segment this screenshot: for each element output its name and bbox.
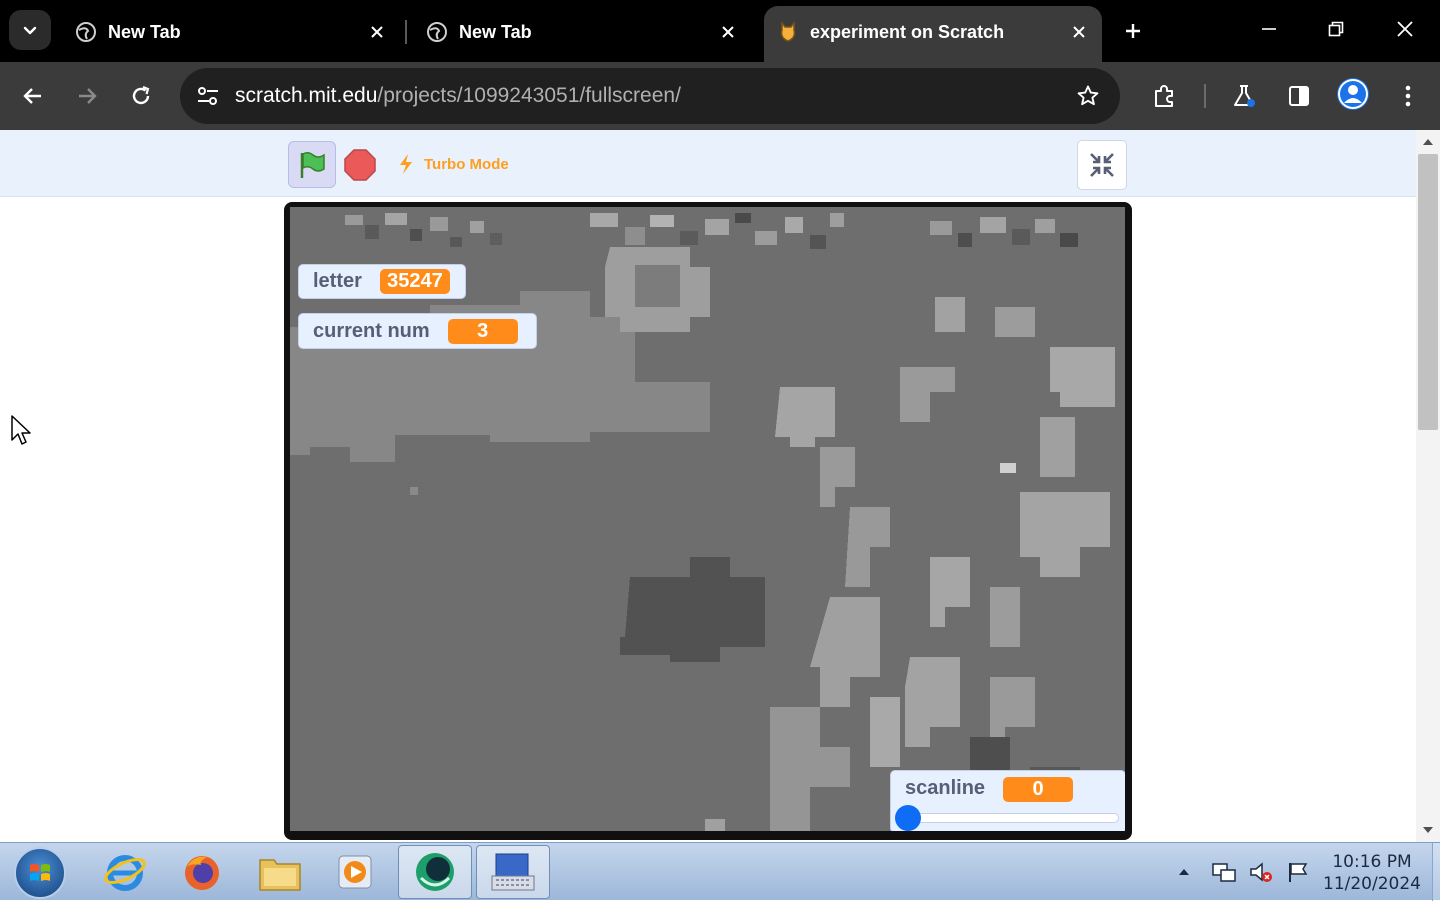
tab-new-tab-1[interactable]: New Tab [62, 6, 400, 62]
scratch-stage-header: Turbo Mode [0, 130, 1416, 197]
tab-search-button[interactable] [9, 10, 51, 50]
chevron-down-icon [23, 26, 37, 35]
clock-time: 10:16 PM [1332, 852, 1412, 872]
tab-separator [405, 20, 407, 44]
turbo-mode-indicator: Turbo Mode [398, 154, 509, 174]
app-icon[interactable] [398, 845, 472, 899]
labs-button[interactable] [1226, 78, 1262, 114]
side-panel-button[interactable] [1281, 78, 1317, 114]
arrow-right-icon [79, 88, 97, 104]
plus-icon [1126, 24, 1140, 38]
scrollbar-thumb[interactable] [1418, 154, 1438, 430]
close-tab-icon[interactable] [366, 21, 388, 43]
volume-muted-icon[interactable] [1247, 859, 1275, 885]
address-bar[interactable]: scratch.mit.edu/projects/1099243051/full… [180, 68, 1120, 124]
monitor-label: current num [313, 319, 430, 342]
exit-fullscreen-icon [1090, 153, 1114, 177]
globe-icon [74, 20, 98, 44]
close-tab-icon[interactable] [1068, 21, 1090, 43]
menu-button[interactable] [1390, 78, 1426, 114]
url-text: scratch.mit.edu/projects/1099243051/full… [235, 84, 681, 108]
profile-avatar[interactable] [1337, 78, 1369, 110]
tab-title: experiment on Scratch [810, 22, 1005, 42]
action-center-flag-icon[interactable] [1284, 859, 1312, 885]
tab-title: New Tab [459, 22, 532, 42]
close-window-button[interactable] [1390, 14, 1420, 44]
new-tab-button[interactable] [1118, 16, 1148, 46]
toolbar-separator [1204, 84, 1206, 108]
page-scrollbar[interactable] [1416, 130, 1440, 842]
firefox-icon[interactable] [165, 845, 239, 899]
reload-icon [132, 85, 150, 105]
chevron-up-icon [1179, 869, 1189, 875]
back-button[interactable] [15, 78, 51, 114]
variable-monitor-scanline: scanline 0 [890, 770, 1125, 831]
on-screen-keyboard-icon[interactable] [476, 845, 550, 899]
person-icon [1338, 79, 1368, 109]
monitor-label: letter [313, 270, 362, 292]
tab-new-tab-2[interactable]: New Tab [413, 6, 751, 62]
turbo-mode-label: Turbo Mode [424, 155, 509, 173]
kebab-menu-icon [1405, 85, 1411, 107]
browser-toolbar: scratch.mit.edu/projects/1099243051/full… [0, 62, 1440, 130]
monitor-value: 35247 [379, 269, 450, 294]
windows-taskbar: 10:16 PM 11/20/2024 [0, 842, 1440, 901]
url-host: scratch.mit.edu [235, 84, 378, 107]
stop-octagon-icon [344, 149, 376, 181]
scroll-down-icon[interactable] [1422, 824, 1434, 836]
internet-explorer-icon[interactable] [88, 845, 162, 899]
variable-monitor-letter: letter 35247 [298, 264, 466, 299]
scratch-cat-icon [776, 20, 800, 44]
show-desktop-button[interactable] [1432, 843, 1440, 901]
arrow-left-icon [23, 88, 41, 104]
close-tab-icon[interactable] [717, 21, 739, 43]
file-explorer-icon[interactable] [243, 845, 317, 899]
minimize-icon [1262, 28, 1276, 30]
start-orb[interactable] [14, 847, 66, 899]
monitor-value: 3 [447, 318, 518, 344]
restore-icon [1328, 21, 1344, 37]
monitor-label: scanline [905, 777, 986, 799]
show-hidden-icons-button[interactable] [1170, 859, 1198, 885]
media-player-icon[interactable] [318, 845, 392, 899]
scroll-up-icon[interactable] [1422, 136, 1434, 148]
tab-title: New Tab [108, 22, 181, 42]
scratch-stage[interactable]: letter 35247 current num 3 scanline 0 [290, 207, 1125, 831]
pixelated-stage-image [290, 207, 1125, 831]
bookmark-star-icon[interactable] [1072, 80, 1104, 112]
windows-logo-icon [30, 864, 50, 881]
system-clock[interactable]: 10:16 PM 11/20/2024 [1318, 851, 1426, 895]
tab-experiment-on-scratch[interactable]: experiment on Scratch [764, 6, 1102, 62]
scanline-slider-track[interactable] [899, 813, 1119, 823]
restore-button[interactable] [1321, 14, 1351, 44]
variable-monitor-current-num: current num 3 [298, 313, 537, 349]
minimize-button[interactable] [1254, 14, 1284, 44]
url-path: /projects/1099243051/fullscreen/ [377, 84, 681, 107]
puzzle-icon [1155, 85, 1173, 107]
scanline-slider-thumb[interactable] [895, 805, 921, 831]
green-flag-icon [300, 151, 325, 178]
lightning-icon [400, 154, 412, 174]
clock-date: 11/20/2024 [1323, 874, 1421, 894]
site-settings-icon[interactable] [190, 78, 226, 114]
close-icon [1397, 21, 1413, 37]
globe-icon [425, 20, 449, 44]
reload-button[interactable] [123, 78, 159, 114]
mouse-cursor-icon [11, 415, 31, 445]
green-flag-button[interactable] [288, 141, 336, 188]
extensions-button[interactable] [1147, 78, 1183, 114]
flask-icon [1234, 85, 1255, 107]
forward-button[interactable] [69, 78, 105, 114]
network-icon[interactable] [1210, 859, 1238, 885]
stop-button[interactable] [343, 148, 377, 182]
side-panel-icon [1289, 86, 1309, 106]
exit-fullscreen-button[interactable] [1077, 140, 1127, 190]
monitor-value: 0 [1003, 777, 1074, 802]
tab-strip: New Tab New Tab experiment on Scratch [0, 0, 1440, 62]
